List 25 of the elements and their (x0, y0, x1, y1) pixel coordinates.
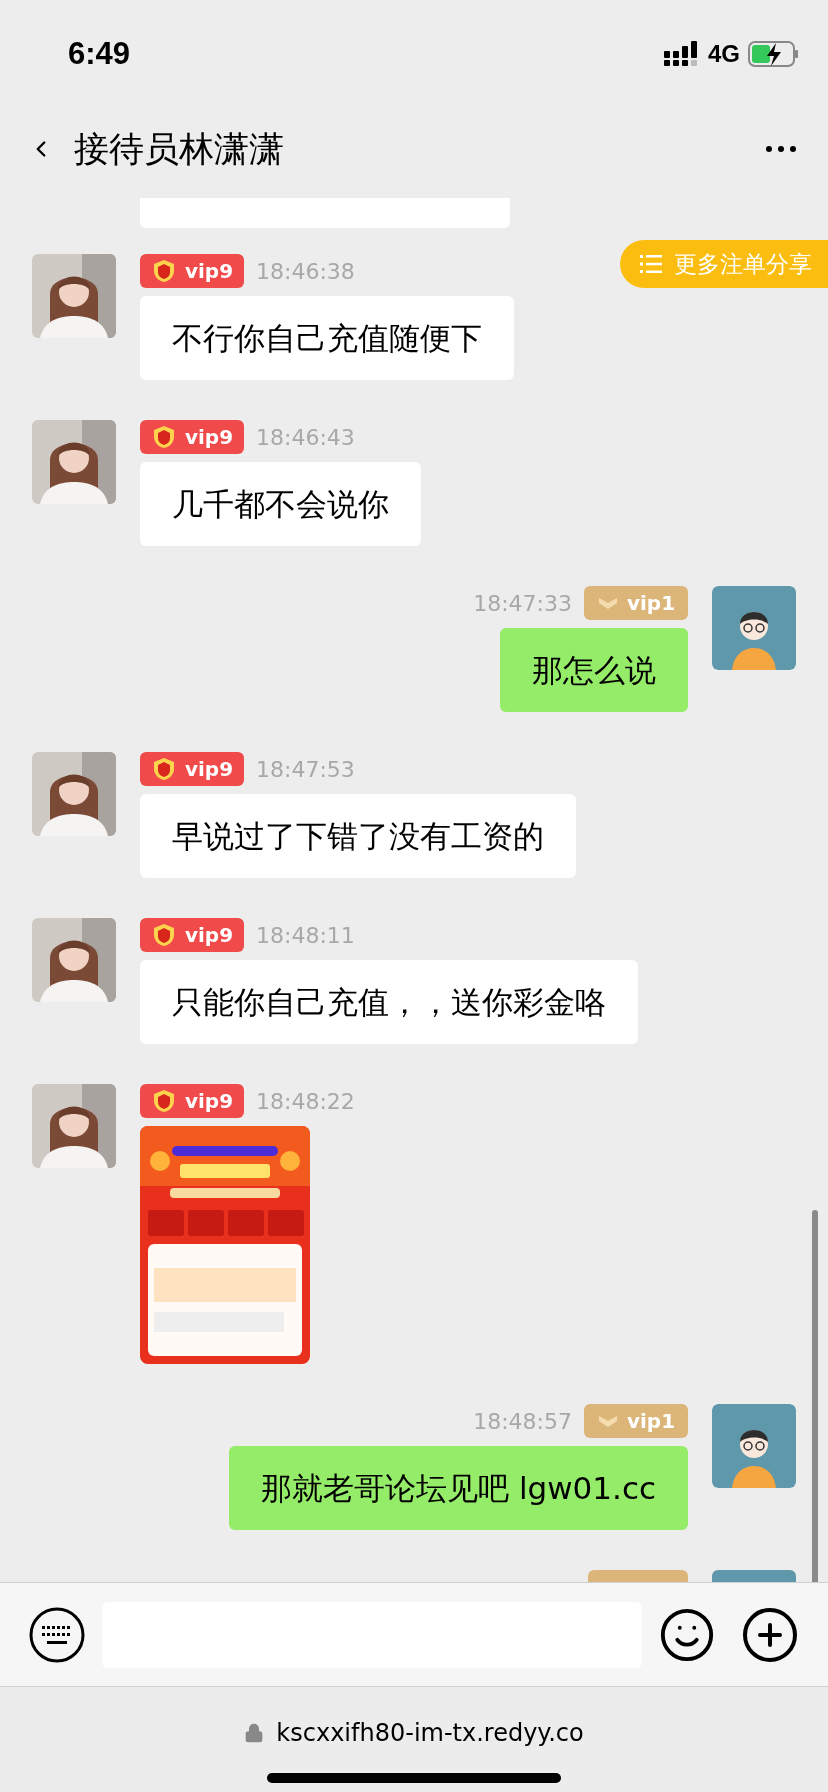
vip-level: vip9 (184, 258, 234, 285)
message-bubble: 几千都不会说你 (140, 462, 421, 546)
status-time: 6:49 (68, 34, 131, 73)
network-type: 4G (708, 39, 740, 69)
chat-title: 接待员林潇潇 (74, 127, 285, 171)
message-time: 18:47:53 (256, 755, 355, 784)
url-text: kscxxifh80-im-tx.redyy.co (276, 1718, 584, 1749)
share-button[interactable]: 更多注单分享 (620, 240, 828, 288)
message-time: 18:48:22 (256, 1087, 355, 1116)
message-time: 18:46:43 (256, 423, 355, 452)
vip-level: vip1 (626, 590, 676, 617)
message-time: 18:47:33 (473, 589, 572, 618)
message-time: 18:46:38 (256, 257, 355, 286)
vip-level: vip9 (184, 922, 234, 949)
message-bubble: 那就老哥论坛见吧 lgw01.cc (229, 1446, 688, 1530)
message-bubble: 那怎么说 (500, 628, 688, 712)
message-bubble: 不行你自己充值随便下 (140, 296, 514, 380)
vip-level: vip9 (184, 424, 234, 451)
vip-level: vip1 (626, 1408, 676, 1435)
message-bubble: 只能你自己充值，，送你彩金咯 (140, 960, 638, 1044)
vip-level: vip9 (184, 1088, 234, 1115)
message-time: 18:48:11 (256, 921, 355, 950)
message-time: 18:48:57 (473, 1407, 572, 1436)
message-bubble: 早说过了下错了没有工资的 (140, 794, 576, 878)
vip-level: vip9 (184, 756, 234, 783)
